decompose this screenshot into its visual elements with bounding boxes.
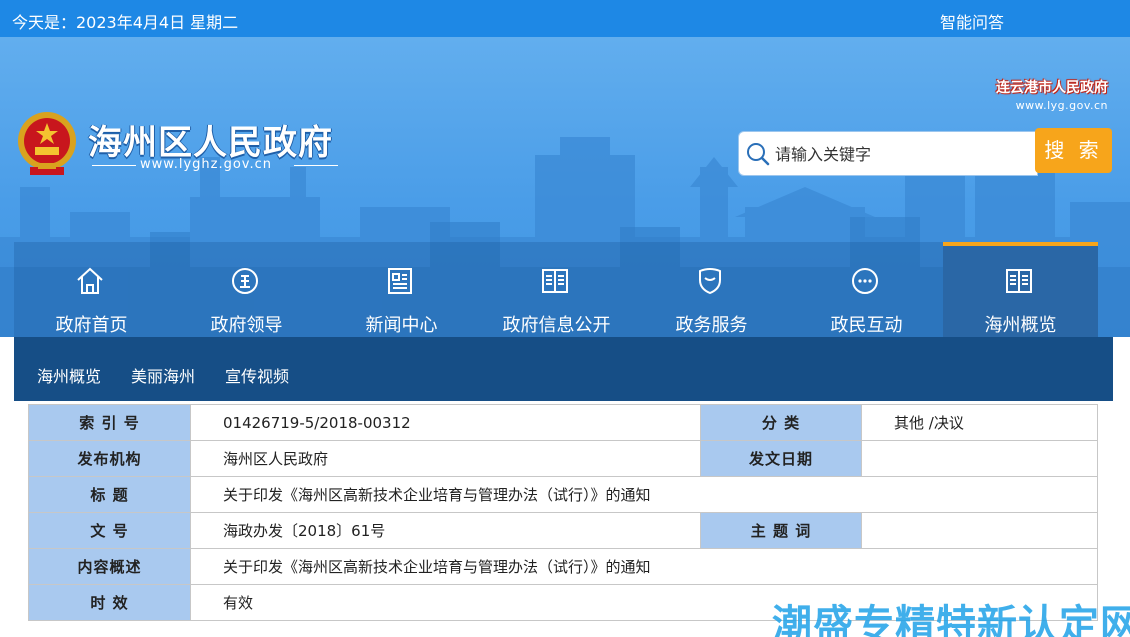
site-domain: www.lyghz.gov.cn xyxy=(140,157,272,172)
document-info-table: 索 引 号 01426719-5/2018-00312 分 类 其他 /决议 发… xyxy=(28,404,1098,621)
doc-number-value: 海政办发〔2018〕61号 xyxy=(190,512,701,549)
main-nav: 政府首页 政府领导 新闻中心 政府信息公开 政务服务 政民互动 海州概览 xyxy=(14,242,1098,337)
table-row: 发布机构 海州区人民政府 发文日期 xyxy=(28,440,1098,477)
book-icon xyxy=(1006,269,1032,293)
publisher-label: 发布机构 xyxy=(28,440,191,477)
search-button[interactable]: 搜 索 xyxy=(1035,128,1112,173)
subject-words-value xyxy=(861,512,1098,549)
doc-number-label: 文 号 xyxy=(28,512,191,549)
nav-item-label: 新闻中心 xyxy=(365,315,438,336)
publisher-value: 海州区人民政府 xyxy=(190,440,701,477)
nav-item-news[interactable]: 新闻中心 xyxy=(324,242,479,337)
subject-words-label: 主 题 词 xyxy=(700,512,862,549)
search-input[interactable] xyxy=(775,142,1025,166)
domain-divider-left xyxy=(92,165,136,166)
city-link-url: www.lyg.gov.cn xyxy=(1015,99,1108,112)
chat-icon xyxy=(852,268,878,294)
leader-icon xyxy=(232,268,258,294)
home-icon xyxy=(77,267,103,294)
nav-item-label: 政民互动 xyxy=(830,315,903,336)
book-icon xyxy=(542,269,568,293)
issue-date-value xyxy=(861,440,1098,477)
category-value: 其他 /决议 xyxy=(861,404,1098,441)
nav-item-label: 政府领导 xyxy=(210,315,283,336)
current-date: 今天是：2023年4月4日 星期二 xyxy=(12,13,239,32)
table-row: 文 号 海政办发〔2018〕61号 主 题 词 xyxy=(28,512,1098,549)
watermark: 潮盛专精特新认定网 xyxy=(772,602,1130,637)
table-row: 内容概述 关于印发《海州区高新技术企业培育与管理办法（试行）》的通知 xyxy=(28,548,1098,585)
nav-item-label: 政府信息公开 xyxy=(502,315,611,336)
table-row: 标 题 关于印发《海州区高新技术企业培育与管理办法（试行）》的通知 xyxy=(28,476,1098,513)
shield-icon xyxy=(699,268,721,295)
nav-item-gov-info[interactable]: 政府信息公开 xyxy=(479,242,634,337)
index-number-label: 索 引 号 xyxy=(28,404,191,441)
nav-item-home[interactable]: 政府首页 xyxy=(14,242,169,337)
issue-date-label: 发文日期 xyxy=(700,440,862,477)
table-row: 索 引 号 01426719-5/2018-00312 分 类 其他 /决议 xyxy=(28,404,1098,441)
subnav-item-overview[interactable]: 海州概览 xyxy=(37,363,101,387)
subnav-item-promo-video[interactable]: 宣传视频 xyxy=(225,363,289,387)
nav-item-leaders[interactable]: 政府领导 xyxy=(169,242,324,337)
nav-item-interaction[interactable]: 政民互动 xyxy=(789,242,944,337)
city-government-link[interactable]: 连云港市人民政府 www.lyg.gov.cn xyxy=(996,77,1108,112)
category-label: 分 类 xyxy=(700,404,862,441)
news-icon xyxy=(388,268,412,294)
nav-item-services[interactable]: 政务服务 xyxy=(634,242,789,337)
title-value: 关于印发《海州区高新技术企业培育与管理办法（试行）》的通知 xyxy=(190,476,1098,513)
domain-divider-right xyxy=(294,165,338,166)
city-link-name: 连云港市人民政府 xyxy=(996,80,1108,96)
search-icon xyxy=(747,143,770,166)
national-emblem-icon xyxy=(18,112,76,175)
qa-link[interactable]: 智能问答 xyxy=(940,9,1004,33)
summary-value: 关于印发《海州区高新技术企业培育与管理办法（试行）》的通知 xyxy=(190,548,1098,585)
top-bar: 今天是：2023年4月4日 星期二 智能问答 xyxy=(0,0,1130,37)
nav-item-overview[interactable]: 海州概览 xyxy=(943,242,1098,337)
search-box xyxy=(738,131,1038,176)
nav-item-label: 海州概览 xyxy=(984,315,1057,336)
title-label: 标 题 xyxy=(28,476,191,513)
nav-item-label: 政务服务 xyxy=(675,315,748,336)
sub-nav: 海州概览 美丽海州 宣传视频 xyxy=(14,337,1113,401)
validity-label: 时 效 xyxy=(28,584,191,621)
summary-label: 内容概述 xyxy=(28,548,191,585)
nav-item-label: 政府首页 xyxy=(55,315,128,336)
subnav-item-beautiful-haizhou[interactable]: 美丽海州 xyxy=(131,363,195,387)
index-number-value: 01426719-5/2018-00312 xyxy=(190,404,701,441)
